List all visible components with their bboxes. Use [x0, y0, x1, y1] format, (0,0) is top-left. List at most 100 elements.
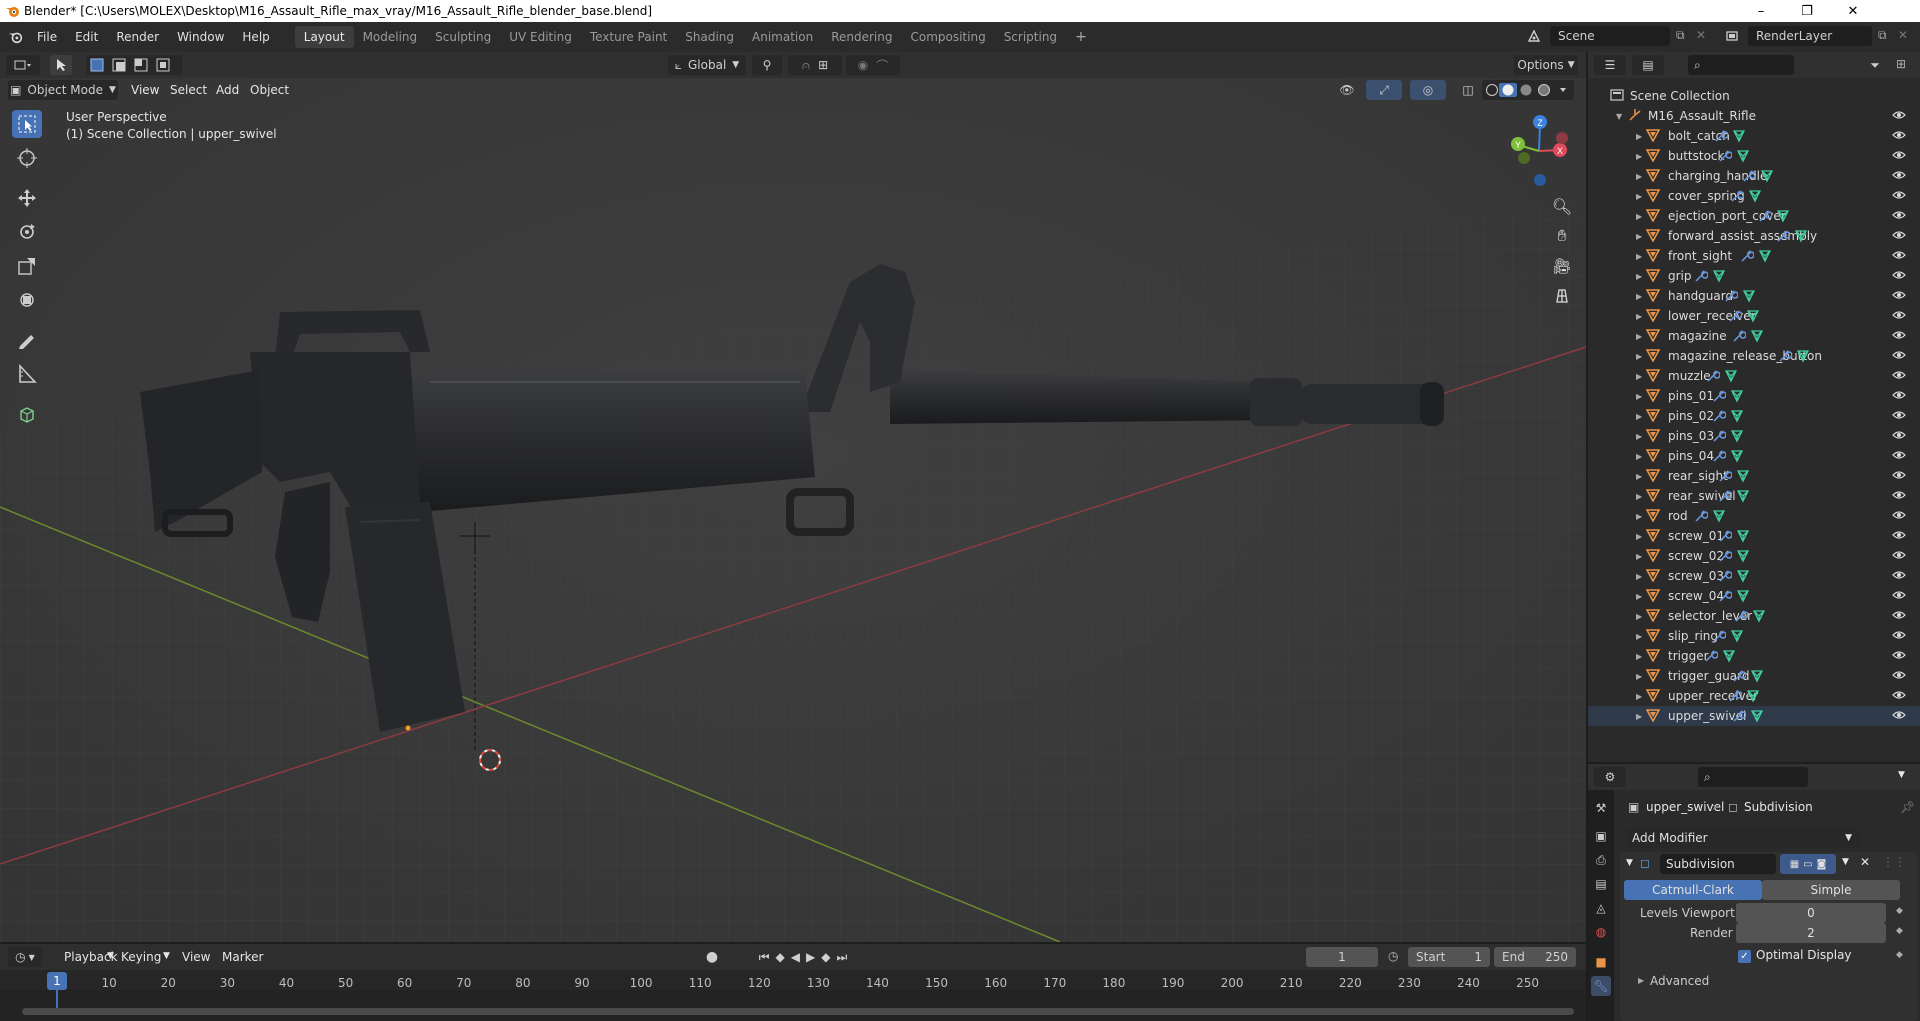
- mesh-data-icon[interactable]: [1736, 469, 1750, 486]
- mesh-data-icon[interactable]: [1730, 429, 1744, 446]
- expand-arrow-icon[interactable]: ▶: [1636, 352, 1642, 361]
- expand-arrow-icon[interactable]: ▶: [1636, 252, 1642, 261]
- tab-animation[interactable]: Animation: [743, 26, 822, 48]
- overlays-toggle[interactable]: ◎: [1410, 80, 1446, 100]
- modifier-wrench-icon[interactable]: [1712, 389, 1727, 406]
- tab-compositing[interactable]: Compositing: [901, 26, 994, 48]
- delete-view-layer-icon[interactable]: ✕: [1898, 28, 1908, 42]
- eye-icon[interactable]: [1892, 389, 1906, 403]
- expand-arrow-icon[interactable]: ▶: [1636, 512, 1642, 521]
- jump-end-icon[interactable]: ⏭: [836, 950, 847, 965]
- expand-arrow-icon[interactable]: ▶: [1636, 492, 1642, 501]
- simple-option[interactable]: Simple: [1762, 880, 1900, 900]
- outliner-row-buttstock[interactable]: ▶ buttstock: [1588, 146, 1920, 166]
- chevron-down-icon[interactable]: ▼: [1898, 770, 1905, 780]
- mesh-data-icon[interactable]: [1758, 249, 1772, 266]
- add-modifier-dropdown[interactable]: Add Modifier ▼: [1626, 828, 1860, 848]
- outliner-editor-type-button[interactable]: ☰: [1594, 55, 1626, 75]
- mesh-data-icon[interactable]: [1746, 309, 1760, 326]
- eye-icon[interactable]: [1892, 329, 1906, 343]
- mesh-data-icon[interactable]: [1750, 709, 1764, 726]
- blender-menu-icon[interactable]: [8, 30, 24, 44]
- expand-arrow-icon[interactable]: ▶: [1636, 312, 1642, 321]
- outliner-row-muzzle[interactable]: ▶ muzzle: [1588, 366, 1920, 386]
- scene-selector[interactable]: Scene: [1550, 26, 1670, 46]
- mesh-data-icon[interactable]: [1742, 289, 1756, 306]
- jump-start-icon[interactable]: ⏮: [759, 950, 770, 965]
- expand-arrow-icon[interactable]: ▶: [1636, 212, 1642, 221]
- modifier-wrench-icon[interactable]: [1728, 309, 1743, 326]
- eye-icon[interactable]: [1892, 429, 1906, 443]
- start-frame-field[interactable]: Start 1: [1408, 947, 1490, 967]
- mesh-data-icon[interactable]: [1724, 369, 1738, 386]
- mesh-data-icon[interactable]: [1730, 629, 1744, 646]
- display-mode-dropdown[interactable]: ▤: [1632, 55, 1664, 75]
- modifier-wrench-icon[interactable]: [1712, 629, 1727, 646]
- close-window-button[interactable]: ✕: [1830, 0, 1876, 22]
- eye-icon[interactable]: [1892, 269, 1906, 283]
- outliner-row-forward-assist-assembly[interactable]: ▶ forward_assist_assembly: [1588, 226, 1920, 246]
- eye-icon[interactable]: [1892, 509, 1906, 523]
- menu-file[interactable]: File: [28, 26, 66, 48]
- object-tab[interactable]: ■: [1591, 952, 1611, 972]
- outliner-row-handguard[interactable]: ▶ handguard: [1588, 286, 1920, 306]
- expand-arrow-icon[interactable]: ▶: [1636, 152, 1642, 161]
- expand-arrow-icon[interactable]: ▶: [1636, 132, 1642, 141]
- menu-select[interactable]: Select: [170, 83, 207, 97]
- remove-modifier-icon[interactable]: ✕: [1860, 855, 1870, 869]
- modifier-tab[interactable]: 🔧︎: [1591, 976, 1611, 996]
- outliner-row-rear-sight[interactable]: ▶ rear_sight: [1588, 466, 1920, 486]
- expand-arrow-icon[interactable]: ▶: [1636, 292, 1642, 301]
- eye-icon[interactable]: [1892, 469, 1906, 483]
- menu-render[interactable]: Render: [107, 26, 168, 48]
- shading-mode-group[interactable]: [1482, 80, 1574, 100]
- mesh-data-icon[interactable]: [1730, 409, 1744, 426]
- expand-arrow-icon[interactable]: ▶: [1636, 392, 1642, 401]
- expand-arrow-icon[interactable]: ▶: [1636, 712, 1642, 721]
- modifier-wrench-icon[interactable]: [1730, 189, 1745, 206]
- mesh-data-icon[interactable]: [1730, 449, 1744, 466]
- eye-icon[interactable]: [1892, 689, 1906, 703]
- modifier-wrench-icon[interactable]: [1718, 149, 1733, 166]
- tab-layout[interactable]: Layout: [294, 26, 354, 48]
- eye-icon[interactable]: [1892, 229, 1906, 243]
- pin-icon[interactable]: 📌︎: [1900, 800, 1915, 814]
- eye-icon[interactable]: [1892, 169, 1906, 183]
- mesh-data-icon[interactable]: [1750, 329, 1764, 346]
- expand-arrow-icon[interactable]: ▶: [1636, 572, 1642, 581]
- properties-editor-type-button[interactable]: ⚙: [1594, 767, 1626, 787]
- mesh-data-icon[interactable]: [1736, 569, 1750, 586]
- transform-orientation-dropdown[interactable]: ⟀ Global ▼: [668, 55, 746, 75]
- eye-icon[interactable]: [1892, 709, 1906, 723]
- view-layer-icon[interactable]: [1722, 26, 1742, 46]
- gizmo-toggle[interactable]: ⤢: [1366, 80, 1402, 100]
- scale-tool[interactable]: [12, 252, 42, 280]
- outliner-row-rear-swivel[interactable]: ▶ rear_swivel: [1588, 486, 1920, 506]
- eye-icon[interactable]: [1892, 609, 1906, 623]
- expand-arrow-icon[interactable]: ▶: [1636, 452, 1642, 461]
- tab-scripting[interactable]: Scripting: [995, 26, 1066, 48]
- eye-icon[interactable]: [1892, 549, 1906, 563]
- outliner-row-pins-02[interactable]: ▶ pins_02: [1588, 406, 1920, 426]
- mesh-data-icon[interactable]: [1796, 349, 1810, 366]
- perspective-toggle-button[interactable]: [1550, 284, 1574, 308]
- modifier-name-input[interactable]: Subdivision: [1660, 854, 1776, 874]
- modifier-wrench-icon[interactable]: [1778, 349, 1793, 366]
- output-tab[interactable]: ⎙: [1591, 850, 1611, 870]
- play-reverse-icon[interactable]: ◀: [791, 950, 800, 964]
- play-icon[interactable]: ▶: [806, 950, 815, 964]
- timeline-editor[interactable]: ◷ ▼ Playback ▼ Keying ▼ View Marker ● ⏮ ◆…: [0, 944, 1586, 1021]
- modifier-wrench-icon[interactable]: [1728, 689, 1743, 706]
- scene-tab[interactable]: ◬: [1591, 898, 1611, 918]
- expand-arrow-icon[interactable]: ▶: [1636, 552, 1642, 561]
- camera-view-button[interactable]: 🎥︎: [1550, 254, 1574, 278]
- measure-tool[interactable]: [12, 360, 42, 388]
- keyframe-dot-icon[interactable]: ◆: [1896, 950, 1903, 960]
- render-tab[interactable]: ▣: [1591, 826, 1611, 846]
- mesh-data-icon[interactable]: [1750, 669, 1764, 686]
- eye-icon[interactable]: [1892, 449, 1906, 463]
- outliner-row-lower-receiver[interactable]: ▶ lower_receiver: [1588, 306, 1920, 326]
- expand-arrow-icon[interactable]: ▶: [1636, 672, 1642, 681]
- mesh-data-icon[interactable]: [1748, 189, 1762, 206]
- menu-marker[interactable]: Marker: [222, 950, 263, 964]
